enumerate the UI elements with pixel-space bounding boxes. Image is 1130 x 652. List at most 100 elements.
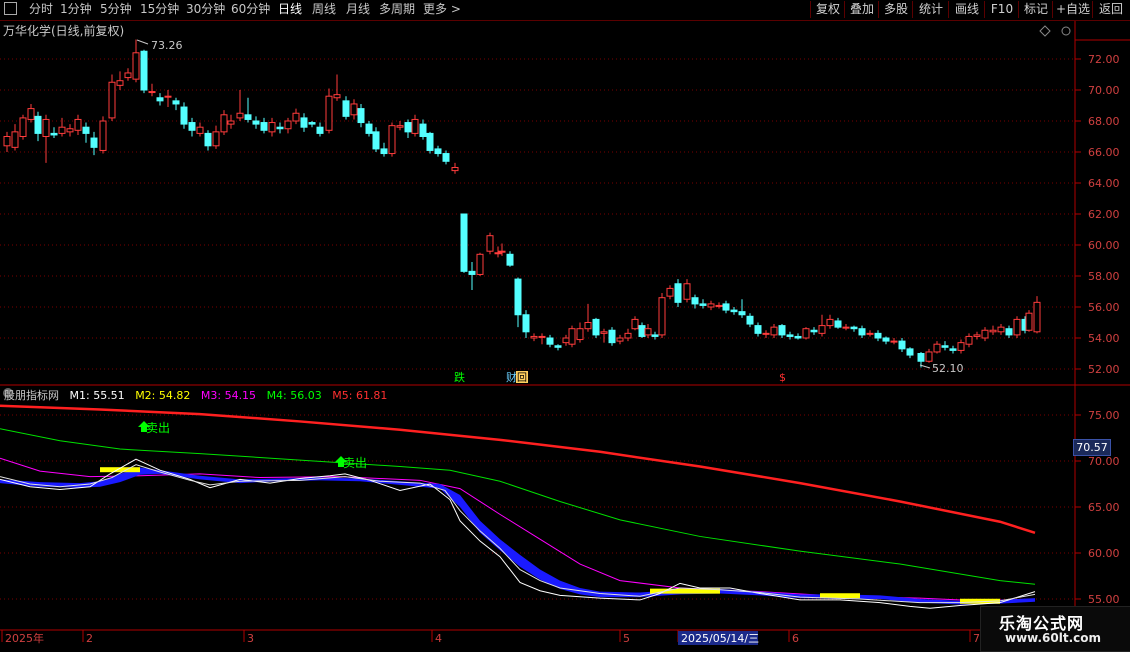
candle-up [42,118,50,137]
candle-up [27,108,35,120]
candle-up [802,328,810,339]
price-axis-label: 52.00 [1088,363,1120,376]
candle-up [997,326,1005,333]
indicator-m5: M5: 61.81 [332,389,388,402]
candle-up [11,131,19,148]
watermark: 乐淘公式网 www.60lt.com [980,606,1130,652]
price-axis-label: 56.00 [1088,301,1120,314]
candle-up [925,351,933,362]
candle-up [99,120,107,151]
current-value-box: 70.57 [1073,439,1111,456]
candle-down [172,100,180,105]
indicator-m1: M1: 55.51 [69,389,125,402]
candle-up [292,112,300,122]
candle-up [227,120,235,125]
candle-down [794,335,802,339]
candle-down [858,328,866,336]
candle-down [380,148,388,155]
candle-down [442,153,450,162]
candle-down [941,345,949,348]
date-axis-label: 3 [247,632,254,645]
candle-down [506,253,514,266]
candle-up [933,343,941,353]
date-axis-label: 2 [86,632,93,645]
indicator-axis-label: 60.00 [1088,547,1120,560]
candle-up [715,304,723,307]
candle-down [419,123,427,137]
candle-down [180,106,188,125]
candle-up [350,103,358,116]
indicator-axis-label: 70.00 [1088,455,1120,468]
price-axis-label: 62.00 [1088,208,1120,221]
m2-band-blue [0,467,1035,605]
m1-shadow-line [0,464,1036,604]
candle-down [638,325,646,337]
settings-circle-icon[interactable] [1061,26,1071,36]
dividend-marker: $ [779,371,786,384]
price-axis-label: 54.00 [1088,332,1120,345]
indicator-name: 股朋指标网 [4,389,59,402]
indicator-m4: M4: 56.03 [266,389,322,402]
candle-down [674,283,682,303]
candle-up [212,131,220,147]
candle-down [917,353,925,362]
candle-down [316,126,324,134]
candle-down [882,337,890,342]
low-marker: 52.10 [932,362,964,375]
date-axis-label: 4 [435,632,442,645]
report-marker: 回 [517,372,527,384]
date-axis-label: 5 [623,632,630,645]
candle-up [74,118,82,131]
candle-down [308,122,316,125]
candle-down [50,132,58,136]
candle-up [66,128,74,133]
chart-canvas[interactable]: 72.00 70.00 68.00 66.00 64.00 62.00 60.00 58.00… [0,0,1130,650]
candle-down [140,50,148,91]
candle-down [156,97,164,102]
candle-down [244,114,252,120]
candle-down [434,148,442,155]
candle-down [810,329,818,333]
candle-up [683,283,691,300]
indicator-axis-label: 75.00 [1088,409,1120,422]
candle-up [108,81,116,119]
candle-up [866,332,874,335]
candle-up [530,335,538,339]
candle-up [58,126,66,134]
candle-down [204,132,212,147]
candle-up [132,52,140,80]
high-marker: 73.26 [151,39,183,52]
candle-up [762,332,770,335]
drop-marker: 跌 [454,370,465,384]
candle-up [842,326,850,329]
candle-down [514,278,522,316]
candle-down [82,126,90,134]
candle-up [957,342,965,351]
date-axis-label: 6 [792,632,799,645]
candle-down [34,115,42,134]
indicator-title: 股朋指标网 M1: 55.51 M2: 54.82 M3: 54.15 M4: … [4,387,394,403]
candle-down [554,345,562,348]
price-axis-label: 64.00 [1088,177,1120,190]
candle-up [236,112,244,119]
candle-up [411,118,419,134]
candle-up [568,328,576,345]
candle-up [1033,301,1041,333]
indicator-axis-label: 55.00 [1088,593,1120,606]
candle-down [357,108,365,124]
candle-up [890,340,898,343]
candle-down [1005,328,1013,336]
diamond-icon[interactable] [1039,25,1051,37]
indicator-axis-label: 65.00 [1088,501,1120,514]
candle-up [973,334,981,337]
candle-up [494,252,502,255]
indicator-m2: M2: 54.82 [135,389,191,402]
candle-up [396,125,404,128]
candle-up [148,91,156,94]
candle-down [778,325,786,336]
finance-marker: 财 [506,370,517,384]
crosshair-date-label: 2025/05/14/三 [681,632,759,645]
price-axis-label: 60.00 [1088,239,1120,252]
candle-up [498,250,506,253]
candle-up [644,328,652,336]
